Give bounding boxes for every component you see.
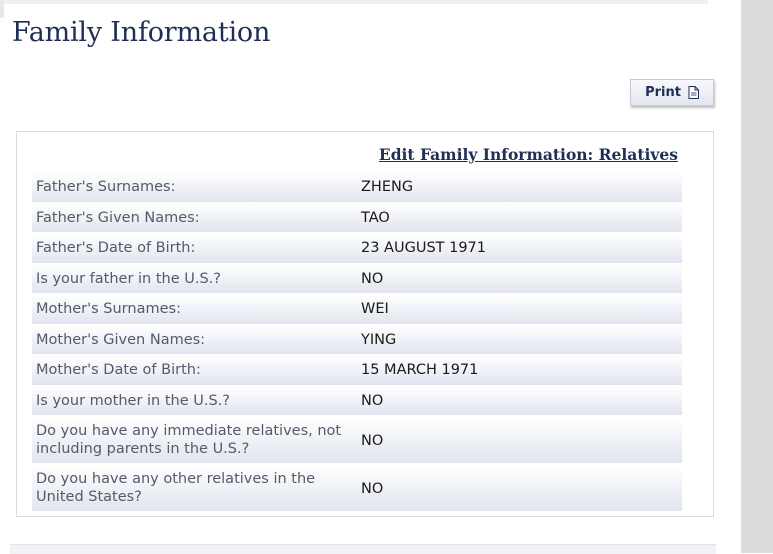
table-row: Do you have any immediate relatives, not… [32,417,682,465]
row-label: Father's Date of Birth: [36,240,196,256]
print-button[interactable]: Print [630,79,714,106]
row-label: Do you have any other relatives in the U… [36,471,316,505]
table-row: Father's Date of Birth: 23 AUGUST 1971 [32,234,682,265]
table-row: Is your father in the U.S.? NO [32,264,682,295]
row-value: 23 AUGUST 1971 [361,240,487,256]
table-row: Do you have any other relatives in the U… [32,465,682,513]
row-label: Father's Surnames: [36,179,176,195]
row-value: NO [361,270,384,287]
row-label: Is your mother in the U.S.? [36,392,230,409]
row-value: NO [361,392,384,409]
top-bar-edge [0,0,4,18]
relatives-panel: Edit Family Information: Relatives Fathe… [16,131,714,517]
relatives-table: Father's Surnames: ZHENG Father's Given … [32,173,682,513]
table-row: Mother's Date of Birth: 15 MARCH 1971 [32,356,682,387]
page-title: Family Information [12,17,271,48]
table-row: Father's Surnames: ZHENG [32,173,682,204]
table-row: Mother's Given Names: YING [32,325,682,356]
row-value: WEI [361,301,389,317]
table-row: Is your mother in the U.S.? NO [32,386,682,417]
top-bar [0,0,708,4]
print-button-label: Print [645,85,681,100]
table-row: Mother's Surnames: WEI [32,295,682,326]
row-label: Mother's Date of Birth: [36,362,201,378]
row-value: TAO [361,209,390,226]
row-value: NO [361,433,384,449]
row-label: Mother's Surnames: [36,301,181,317]
row-value: 15 MARCH 1971 [361,362,479,378]
row-label: Father's Given Names: [36,209,200,226]
right-side-strip [741,0,773,553]
table-row: Father's Given Names: TAO [32,203,682,234]
row-label: Mother's Given Names: [36,331,206,348]
row-label: Do you have any immediate relatives, not… [36,423,342,457]
row-value: NO [361,481,384,497]
document-icon [688,86,699,99]
edit-relatives-link[interactable]: Edit Family Information: Relatives [379,145,678,164]
row-value: ZHENG [361,179,414,195]
row-value: YING [361,331,397,348]
row-label: Is your father in the U.S.? [36,270,221,287]
